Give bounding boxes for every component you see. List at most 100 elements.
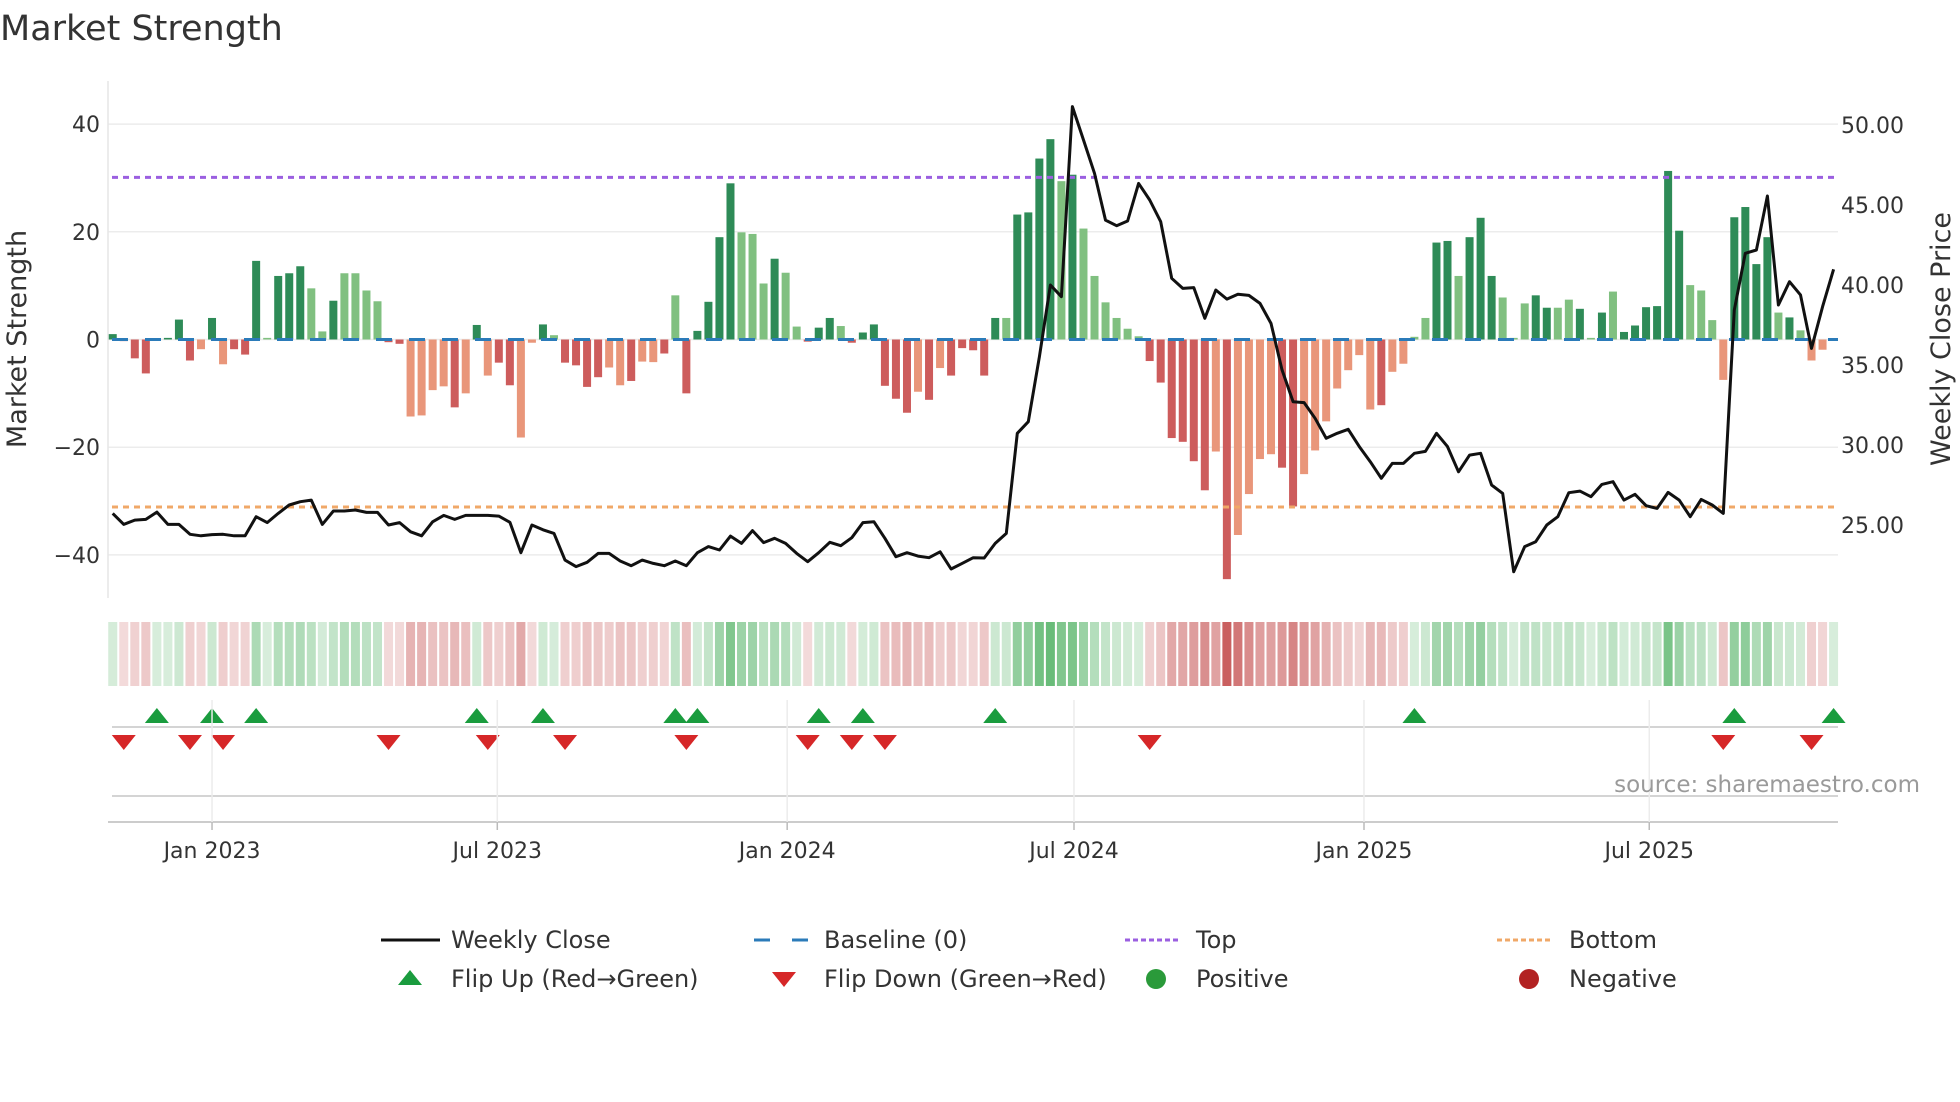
heat-cell [483,622,493,686]
heat-cell [1509,622,1519,686]
heat-cell [1354,622,1364,686]
strength-bar [958,339,967,349]
heat-cell [1365,622,1375,686]
heat-cell [295,622,305,686]
heat-cell [1266,622,1276,686]
legend-tri-up-icon [398,970,422,985]
strength-bar [1267,339,1276,455]
strength-bar [792,326,801,340]
heat-cell [1476,622,1486,686]
heat-cell [792,622,802,686]
strength-bar [858,332,867,340]
y-axis-label: Market Strength [2,230,33,448]
heat-cell [582,622,592,686]
strength-bar [715,237,724,340]
flip-down-marker [177,735,202,750]
flip-down-marker [553,735,578,750]
strength-bar [351,273,360,340]
strength-bar [1112,317,1121,340]
strength-bar [671,295,680,340]
flip-down-marker [839,735,864,750]
strength-bar [1553,307,1562,340]
strength-bar [141,339,150,374]
heat-cell [1167,622,1177,686]
heat-cell [1829,622,1839,686]
heat-cell [1387,622,1397,686]
legend-circle-pos-icon [1146,969,1166,989]
strength-bar [1344,339,1353,371]
heat-cell [384,622,394,686]
y-tick-label: 20 [72,221,100,246]
heat-cell [714,622,724,686]
heat-cell [1156,622,1166,686]
flip-down-marker [674,735,699,750]
heat-cell [891,622,901,686]
strength-bar [1178,339,1187,442]
heat-cell [1332,622,1342,686]
flip-up-marker [663,708,688,723]
flip-markers [111,708,1846,750]
strength-bar [869,324,878,340]
heat-cell [858,622,868,686]
heat-cell [1244,622,1254,686]
market-strength-chart: Market Strength 40 20 0 −20 −40 50.00 45.00 40… [0,9,1957,993]
heat-cell [439,622,449,686]
heat-cell [913,622,923,686]
strength-bar [649,339,658,363]
heat-cell [273,622,283,686]
strength-bar [572,339,581,366]
heat-cell [770,622,780,686]
heat-cell [1189,622,1199,686]
heat-cell [1586,622,1596,686]
heat-cell [1321,622,1331,686]
right-y-tick-label: 35.00 [1841,354,1904,379]
legend-label: Negative [1569,965,1677,993]
strength-bar [219,339,228,365]
heat-cell [560,622,570,686]
strength-bar [1719,339,1728,380]
x-tick-label: Jul 2023 [451,839,543,864]
flip-up-marker [983,708,1008,723]
legend-label: Baseline (0) [824,926,967,954]
strength-bar [759,283,768,340]
heat-cell [990,622,1000,686]
strength-bar [1090,275,1099,340]
legend-item-line: Weekly Close [381,926,611,954]
flip-down-marker [1799,735,1824,750]
legend-label: Top [1195,926,1237,954]
strength-bar [1024,212,1033,340]
heat-cell [1310,622,1320,686]
heat-cell [262,622,272,686]
legend-label: Positive [1196,965,1289,993]
strength-bar [1487,275,1496,340]
legend-label: Flip Up (Red→Green) [451,965,699,993]
strength-bar [406,339,415,417]
heat-cell [1343,622,1353,686]
right-y-tick-label: 30.00 [1841,434,1904,459]
strength-bar [1443,240,1452,340]
heat-cell [218,622,228,686]
strength-bar [373,301,382,340]
strength-bar [969,339,978,351]
heat-cell [339,622,349,686]
heat-cell [1630,622,1640,686]
flip-up-marker [530,708,555,723]
legend-circle-neg-icon [1519,969,1539,989]
heat-cell [648,622,658,686]
heat-cell [571,622,581,686]
heat-cell [1067,622,1077,686]
strength-bar [196,339,205,350]
heat-cell [1652,622,1662,686]
strength-bar [991,317,1000,340]
heat-cell [748,622,758,686]
heat-cell [1431,622,1441,686]
heat-cell [395,622,405,686]
strength-bar [1697,290,1706,340]
strength-bar [296,266,305,340]
heat-cell [428,622,438,686]
strength-bar [1531,295,1540,340]
strength-bar [130,339,139,359]
strength-bar [185,339,194,361]
heat-cell [1101,622,1111,686]
heat-cell [1795,622,1805,686]
